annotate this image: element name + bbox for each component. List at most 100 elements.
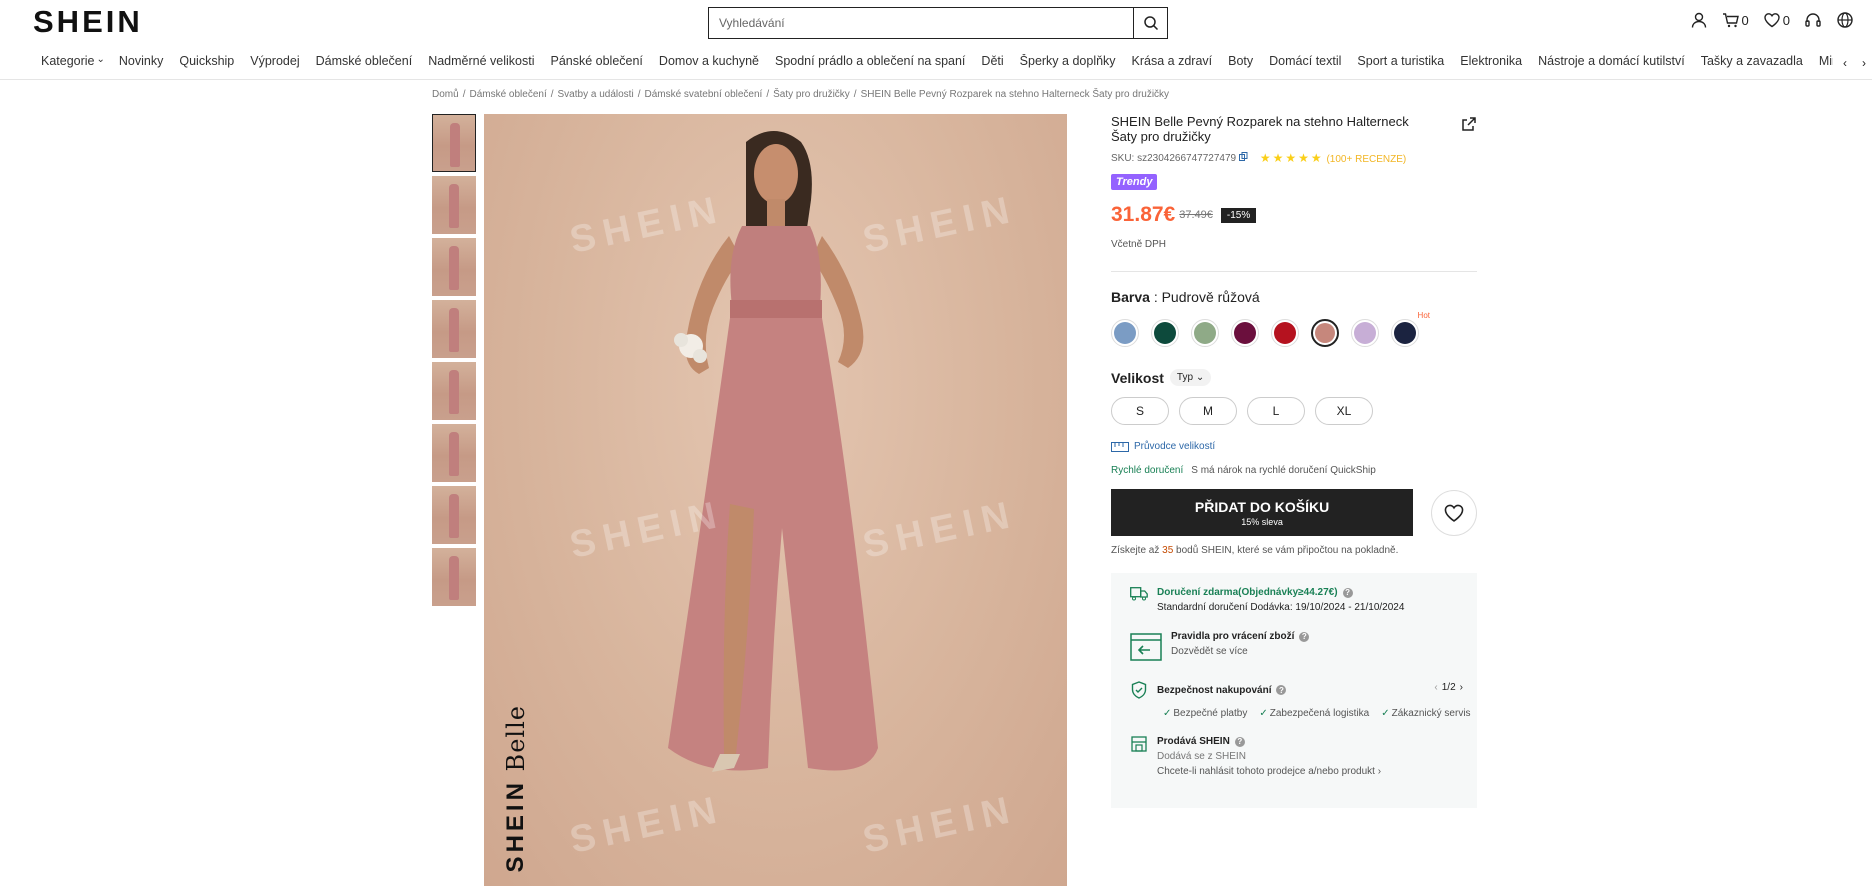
nav-item[interactable]: Pánské oblečení [542, 54, 650, 68]
color-swatch[interactable] [1111, 319, 1139, 347]
nav-item[interactable]: Děti [973, 54, 1011, 68]
support-button[interactable] [1804, 11, 1822, 29]
chevron-left-icon[interactable]: ‹ [1434, 682, 1437, 693]
breadcrumb-separator: / [462, 89, 466, 100]
breadcrumb-item[interactable]: Šaty pro družičky [773, 89, 850, 100]
product-main-image[interactable]: SHEIN SHEIN SHEIN SHEIN SHEIN SHEIN SHEI… [484, 114, 1067, 886]
thumbnail[interactable] [432, 424, 476, 482]
share-icon [1462, 117, 1476, 131]
add-to-wishlist-button[interactable] [1431, 489, 1477, 536]
copy-icon[interactable] [1238, 152, 1248, 161]
help-icon[interactable]: ? [1234, 736, 1245, 747]
swatch-color [1194, 322, 1216, 344]
color-swatch[interactable] [1231, 319, 1259, 347]
size-option[interactable]: M [1179, 397, 1237, 425]
security-title: Bezpečnost nakupování [1157, 684, 1272, 696]
shipping-info[interactable]: Doručení zdarma(Objednávky≥44.27€)? Stan… [1129, 587, 1404, 613]
nav-item[interactable]: Kategorie [33, 54, 103, 68]
thumbnail-list [432, 114, 476, 610]
breadcrumb-item[interactable]: Dámské oblečení [469, 89, 546, 100]
trendy-badge: Trendy [1111, 174, 1158, 190]
truck-icon [1129, 587, 1149, 613]
color-swatch[interactable]: Hot [1391, 311, 1430, 347]
swatch-color [1234, 322, 1256, 344]
color-swatch[interactable] [1151, 319, 1179, 347]
nav-item[interactable]: Quickship [171, 54, 242, 68]
thumbnail[interactable] [432, 362, 476, 420]
cart-count: 0 [1741, 12, 1749, 28]
color-swatch[interactable] [1311, 319, 1339, 347]
color-swatch[interactable] [1271, 319, 1299, 347]
size-option[interactable]: XL [1315, 397, 1373, 425]
learn-more-link[interactable]: Dozvědět se více [1171, 646, 1309, 657]
search-bar [708, 7, 1168, 39]
cart-button[interactable]: 0 [1722, 11, 1749, 29]
size-option[interactable]: S [1111, 397, 1169, 425]
size-label: Velikost Typ ⌄ [1111, 369, 1477, 386]
security-feature: ✓ Zabezpečená logistika [1259, 708, 1370, 719]
nav-item[interactable]: Boty [1220, 54, 1261, 68]
add-to-cart-button[interactable]: PŘIDAT DO KOŠÍKU 15% sleva [1111, 489, 1414, 536]
nav-item[interactable]: Šperky a doplňky [1012, 54, 1124, 68]
account-button[interactable] [1690, 11, 1708, 29]
return-policy[interactable]: Pravidla pro vrácení zboží? Dozvědět se … [1129, 631, 1310, 661]
color-swatch[interactable] [1351, 319, 1379, 347]
nav-item[interactable]: Miminko a ma [1811, 54, 1833, 68]
cart-row: PŘIDAT DO KOŠÍKU 15% sleva [1111, 489, 1477, 536]
nav-item[interactable]: Domácí textil [1261, 54, 1349, 68]
swatch-color [1274, 322, 1296, 344]
search-button[interactable] [1133, 8, 1167, 38]
nav-item[interactable]: Spodní prádlo a oblečení na spaní [767, 54, 973, 68]
heart-icon [1444, 504, 1464, 522]
nav-item[interactable]: Tašky a zavazadla [1693, 54, 1811, 68]
shein-logo[interactable]: SHEIN [33, 4, 143, 40]
nav-item[interactable]: Výprodej [242, 54, 307, 68]
chevron-right-icon[interactable]: › [1460, 682, 1463, 693]
size-type-dropdown[interactable]: Typ ⌄ [1169, 369, 1212, 386]
report-seller-link[interactable]: Chcete-li nahlásit tohoto prodejce a/neb… [1157, 766, 1381, 777]
breadcrumb-item[interactable]: SHEIN Belle Pevný Rozparek na stehno Hal… [861, 89, 1169, 100]
check-icon: ✓ [1259, 708, 1268, 719]
size-option[interactable]: L [1247, 397, 1305, 425]
thumbnail[interactable] [432, 486, 476, 544]
color-swatch[interactable] [1191, 319, 1219, 347]
size-guide-link[interactable]: Průvodce velikostí [1111, 441, 1477, 452]
category-nav: Kategorie ⌄ Novinky Quickship Výprodej Dámské… [0, 50, 1872, 80]
breadcrumb-item[interactable]: Svatby a události [558, 89, 634, 100]
delivery-date: Standardní doručení Dodávka: 19/10/2024 … [1157, 602, 1405, 613]
cart-icon [1722, 13, 1739, 28]
reviews-link[interactable]: (100+ RECENZE) [1326, 154, 1406, 165]
price-row: 31.87€ 37.49€ -15% [1111, 203, 1477, 227]
nav-item[interactable]: Elektronika [1452, 54, 1530, 68]
nav-scroll-left-icon[interactable]: ‹ [1843, 56, 1847, 70]
breadcrumb-item[interactable]: Domů [432, 89, 459, 100]
thumbnail[interactable] [432, 114, 476, 172]
nav-item[interactable]: Nadměrné velikosti [420, 54, 542, 68]
help-icon[interactable]: ? [1299, 631, 1310, 642]
nav-item[interactable]: Novinky [111, 54, 171, 68]
language-button[interactable] [1836, 11, 1854, 29]
nav-scroll-right-icon[interactable]: › [1862, 56, 1866, 70]
rating[interactable]: ★★★★★ (100+ RECENZE) [1260, 151, 1406, 165]
breadcrumb-item[interactable]: Dámské svatební oblečení [644, 89, 762, 100]
thumbnail[interactable] [432, 176, 476, 234]
nav-item[interactable]: Dámské oblečení [308, 54, 421, 68]
sku-row: SKU: sz2304266747727479 ★★★★★ (100+ RECE… [1111, 151, 1477, 165]
help-icon[interactable]: ? [1342, 587, 1353, 598]
search-input[interactable] [709, 8, 1133, 38]
share-button[interactable] [1461, 116, 1477, 137]
nav-item[interactable]: Sport a turistika [1349, 54, 1452, 68]
product-info-panel: SHEIN Belle Pevný Rozparek na stehno Hal… [1111, 114, 1477, 808]
seller-shipping: Dodává se z SHEIN [1157, 751, 1246, 762]
nav-item[interactable]: Krása a zdraví [1124, 54, 1221, 68]
heart-icon [1764, 13, 1780, 28]
wishlist-button[interactable]: 0 [1763, 11, 1790, 29]
nav-item[interactable]: Nástroje a domácí kutilství [1530, 54, 1693, 68]
thumbnail[interactable] [432, 300, 476, 358]
thumbnail[interactable] [432, 548, 476, 606]
nav-item[interactable]: Domov a kuchyně [651, 54, 767, 68]
thumbnail[interactable] [432, 238, 476, 296]
search-icon [1143, 16, 1158, 31]
help-icon[interactable]: ? [1276, 685, 1287, 695]
breadcrumb-separator: / [766, 89, 770, 100]
